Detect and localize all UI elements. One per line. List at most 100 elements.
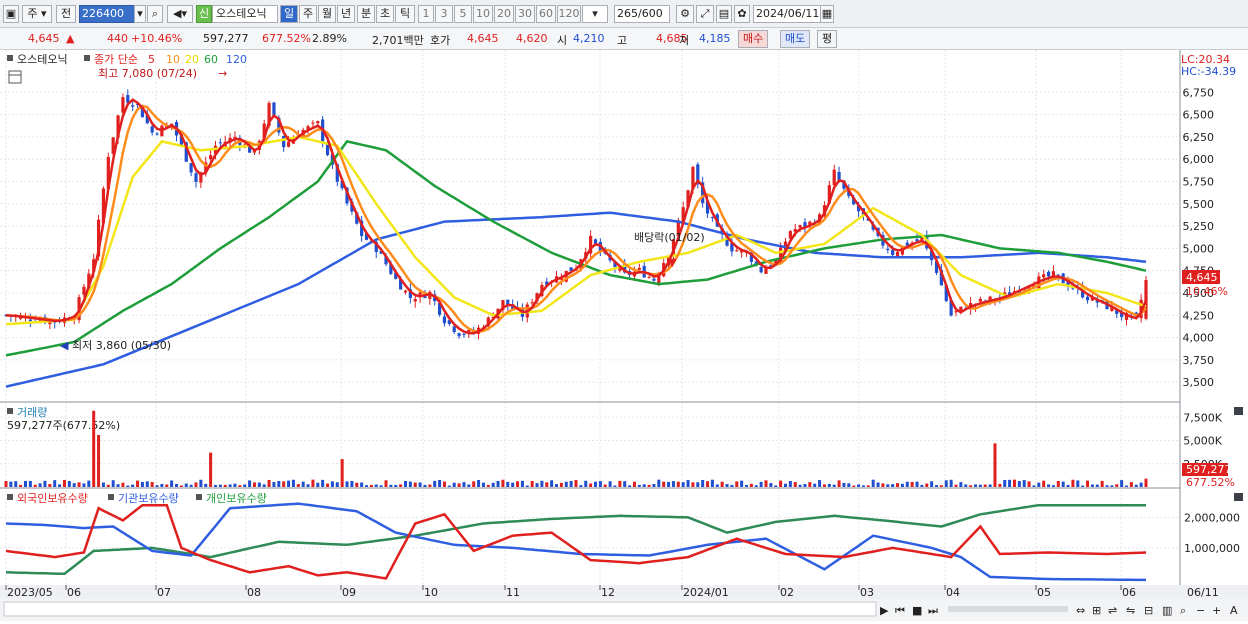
volume-bar	[14, 481, 18, 487]
interval-5-button[interactable]: 5	[454, 5, 472, 23]
high-arrow-icon: →	[218, 67, 227, 80]
period-day-button[interactable]: 일	[280, 5, 298, 23]
average-button[interactable]: 평	[817, 30, 838, 48]
interval-3-button[interactable]: 3	[435, 5, 453, 23]
candle-body	[978, 298, 982, 302]
inst-legend: 기관보유수량	[118, 492, 179, 505]
bid-price-1: 4,645	[467, 32, 499, 45]
price-tick-label: 6,000	[1183, 153, 1215, 166]
calendar-icon[interactable]: ▦	[820, 5, 834, 23]
tool-arrows-icon[interactable]: ⇔	[1076, 604, 1085, 617]
period-week-button[interactable]: 주	[299, 5, 317, 23]
tool-compare-icon[interactable]: ⇋	[1126, 604, 1135, 617]
candle-body	[413, 298, 417, 302]
volume-bar	[306, 484, 310, 487]
period-minute-button[interactable]: 분	[357, 5, 375, 23]
period-year-button[interactable]: 년	[337, 5, 355, 23]
volume-bar	[82, 483, 86, 487]
volume-bar	[1081, 485, 1085, 487]
crosshair-icon[interactable]: ⤢	[696, 5, 714, 23]
volume-bar	[876, 482, 880, 487]
period-tick-button[interactable]: 틱	[395, 5, 415, 23]
tool-image-icon[interactable]: ⊟	[1144, 604, 1153, 617]
tool-select-icon[interactable]: ⊞	[1092, 604, 1101, 617]
zoom-in-icon[interactable]: +	[1212, 604, 1221, 617]
interval-120-button[interactable]: 120	[557, 5, 581, 23]
settings-icon[interactable]: ✿	[734, 5, 750, 23]
quote-bar: 4,645 ▲ 440 +10.46% 597,277 677.52% 2.89…	[0, 28, 1248, 50]
volume-bar	[155, 485, 159, 487]
scroll-right-icon[interactable]: ▶	[880, 604, 889, 617]
zoom-out-icon[interactable]: −	[1196, 604, 1205, 617]
volume-bar	[959, 482, 963, 487]
volume-bar	[111, 480, 115, 487]
stock-code-input[interactable]: 226400	[79, 5, 135, 23]
volume-bar	[861, 485, 865, 487]
volume-bar	[696, 482, 700, 487]
interval-1-button[interactable]: 1	[418, 5, 434, 23]
interval-60-button[interactable]: 60	[536, 5, 556, 23]
sell-button[interactable]: 매도	[780, 30, 811, 48]
price-change: 440	[107, 32, 128, 45]
font-size-icon[interactable]: A	[1230, 604, 1238, 617]
buy-button[interactable]: 매수	[738, 30, 769, 48]
indicator-icon[interactable]: ⚙	[676, 5, 694, 23]
interval-30-button[interactable]: 30	[515, 5, 535, 23]
speaker-icon[interactable]: ◀▾	[167, 5, 193, 23]
volume-bar	[896, 483, 900, 487]
scroll-first-icon[interactable]: ⏮	[895, 604, 905, 617]
candle-body	[1042, 274, 1046, 278]
volume-bar	[438, 479, 442, 487]
volume-bar	[516, 481, 520, 487]
scroll-track[interactable]	[3, 601, 877, 617]
price-tick-label: 6,500	[1183, 109, 1215, 122]
period-second-button[interactable]: 초	[376, 5, 394, 23]
tool-chart-icon[interactable]: ▥	[1162, 604, 1172, 617]
inst-marker-icon	[108, 494, 114, 500]
type-select[interactable]: 주 ▾	[22, 5, 52, 23]
stock-chart[interactable]: 오스테오닉 종가 단순 5 10 20 60 120 최고 7,080 (07/…	[0, 50, 1248, 621]
interval-20-button[interactable]: 20	[494, 5, 514, 23]
interval-custom-select[interactable]: ▾	[582, 5, 608, 23]
bid-label: 호가	[430, 34, 451, 47]
window-menu-icon[interactable]: ▣	[3, 5, 19, 23]
market-select[interactable]: 전	[56, 5, 76, 23]
volume-axis: 2,500K5,000K7,500K	[1183, 411, 1222, 470]
volume-bar	[520, 480, 524, 487]
volume-bar	[1042, 480, 1046, 487]
scroll-last-icon[interactable]: ⏭	[928, 604, 938, 617]
volume-bar	[735, 481, 739, 487]
volume-close-icon[interactable]	[1234, 407, 1243, 415]
interval-10-button[interactable]: 10	[473, 5, 493, 23]
volume-bar	[67, 480, 71, 487]
code-dropdown-icon[interactable]: ▾	[134, 5, 146, 23]
volume-bar	[593, 481, 597, 487]
volume-bar	[900, 483, 904, 487]
volume-bar	[676, 481, 680, 487]
table-toggle-icon[interactable]	[8, 70, 22, 84]
volume-bar	[199, 479, 203, 487]
search-icon[interactable]: ⌕	[147, 5, 163, 23]
bar-count-field[interactable]: 265/600	[614, 5, 670, 23]
volume-bar	[857, 484, 861, 487]
date-tick-label: 02	[780, 586, 794, 599]
volume-bar	[433, 480, 437, 487]
volume-bar	[1100, 480, 1104, 487]
magnifier-icon[interactable]: ⌕	[1180, 604, 1186, 617]
volume-bar	[1061, 481, 1065, 487]
tool-measure-icon[interactable]: ⇌	[1108, 604, 1117, 617]
holdings-close-icon[interactable]	[1234, 493, 1243, 501]
turnover-percent: 2.89%	[312, 32, 347, 45]
volume-bar	[365, 485, 369, 487]
zoom-track[interactable]	[948, 606, 1068, 612]
date-field[interactable]: 2024/06/11	[753, 5, 821, 23]
period-month-button[interactable]: 월	[318, 5, 336, 23]
dividend-annotation: 배당락(01/02)	[634, 231, 705, 244]
volume-bar	[374, 484, 378, 487]
foreign-marker-icon	[7, 494, 13, 500]
chart-area[interactable]: 오스테오닉 종가 단순 5 10 20 60 120 최고 7,080 (07/…	[0, 50, 1248, 621]
stop-icon[interactable]: ■	[912, 604, 922, 617]
x-axis-band	[0, 585, 1248, 599]
save-icon[interactable]: ▤	[716, 5, 732, 23]
candle-body	[442, 316, 447, 324]
